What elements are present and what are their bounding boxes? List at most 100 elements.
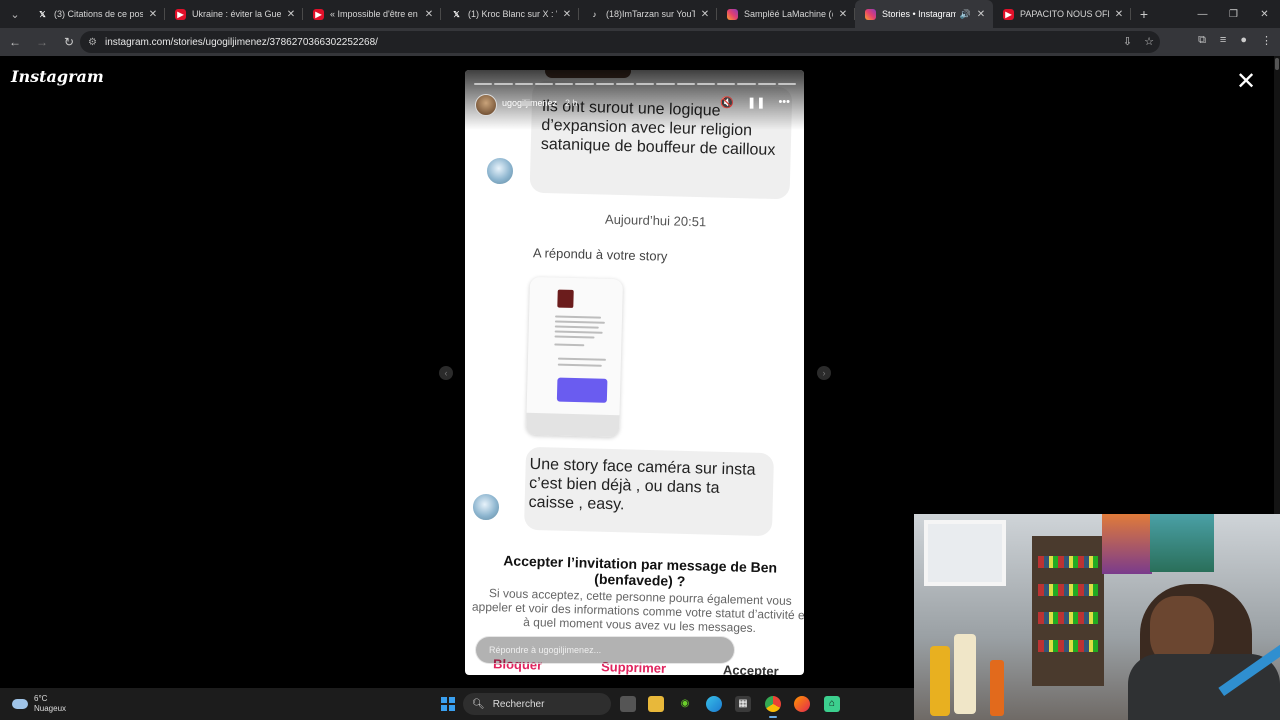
cloud-icon — [12, 699, 28, 709]
tab-0[interactable]: 𝕏 (3) Citations de ce post / X ✕ — [27, 0, 165, 28]
story-author-username[interactable]: ugogiljimenez — [502, 98, 557, 108]
instagram-logo[interactable]: Instagram — [11, 67, 104, 86]
tab-5[interactable]: Samplëé LaMachine (@sa ✕ — [717, 0, 855, 28]
story-card[interactable]: Ils ont surout une logique d’expansion a… — [465, 70, 804, 675]
webcam-window — [924, 520, 1006, 586]
tab-close-icon[interactable]: ✕ — [975, 9, 987, 20]
story-progress-segment — [494, 83, 513, 85]
tab-close-icon[interactable]: ✕ — [423, 9, 435, 20]
instagram-icon — [865, 8, 876, 20]
story-thumbnail — [557, 289, 574, 308]
pause-icon[interactable]: ❚❚ — [747, 96, 765, 109]
restore-icon[interactable]: ❐ — [1218, 0, 1249, 28]
story-progress-segment — [595, 83, 614, 85]
profile-avatar-icon[interactable]: ● — [1240, 34, 1247, 47]
youtube-icon: ▶ — [1003, 8, 1014, 20]
site-info-icon[interactable]: ⚙ — [88, 37, 97, 48]
message-timestamp: Aujourd’hui 20:51 — [604, 211, 707, 230]
story-progress-segment — [737, 83, 756, 85]
firefox-icon[interactable] — [794, 696, 810, 712]
tab-3[interactable]: 𝕏 (1) Kroc Blanc sur X : "On ✕ — [441, 0, 579, 28]
tab-title: Ukraine : éviter la Guerre — [192, 9, 281, 19]
minimize-icon[interactable]: — — [1187, 0, 1218, 28]
tab-close-icon[interactable]: ✕ — [837, 9, 849, 20]
chrome-icon[interactable] — [765, 696, 781, 712]
accept-label: Accepter — [722, 662, 779, 675]
extensions-icon[interactable]: ⧉ — [1198, 34, 1206, 47]
weather-widget[interactable]: 6°C Nuageux — [12, 694, 66, 714]
story-progress-segment — [757, 83, 776, 85]
tab-4[interactable]: ♪ (18)ImTarzan sur YouTube ✕ — [579, 0, 717, 28]
previous-story-icon[interactable]: ‹ — [439, 366, 453, 380]
story-author-avatar[interactable] — [475, 94, 497, 116]
story-progress-bar — [474, 83, 796, 85]
task-view-icon[interactable] — [620, 696, 636, 712]
preview-footer — [525, 412, 620, 438]
more-options-icon[interactable]: ••• — [778, 96, 790, 109]
mute-icon[interactable]: 🔇 — [720, 96, 734, 109]
edge-icon[interactable] — [706, 696, 722, 712]
store-icon[interactable]: ▦ — [735, 696, 751, 712]
next-story-icon[interactable]: › — [817, 366, 831, 380]
app-icon[interactable]: ⌂ — [824, 696, 840, 712]
scrollbar-thumb[interactable] — [1275, 58, 1279, 70]
invite-description: Si vous acceptez, cette personne pourra … — [471, 586, 804, 636]
tab-7[interactable]: ▶ PAPACITO NOUS OFFRE U ✕ — [993, 0, 1131, 28]
media-controls-icon[interactable]: ≡ — [1220, 34, 1226, 47]
story-progress-segment — [514, 83, 533, 85]
install-app-icon[interactable]: ⇩ — [1123, 35, 1132, 48]
nvidia-icon[interactable]: ◉ — [677, 696, 693, 712]
tab-close-icon[interactable]: ✕ — [147, 9, 159, 20]
replied-story-preview — [525, 276, 624, 438]
close-story-icon[interactable]: ✕ — [1236, 70, 1256, 94]
x-logo-icon: 𝕏 — [453, 9, 460, 19]
browser-menu-icon[interactable]: ⋮ — [1261, 34, 1272, 47]
tab-1[interactable]: ▶ Ukraine : éviter la Guerre ✕ — [165, 0, 303, 28]
tab-title: (3) Citations de ce post / X — [54, 9, 143, 19]
webcam-poster — [1102, 514, 1152, 574]
tab-close-icon[interactable]: ✕ — [1113, 9, 1125, 20]
story-progress-segment — [575, 83, 594, 85]
tab-search-chevron-icon[interactable]: ⌄ — [3, 4, 27, 24]
taskbar-search[interactable]: 🔍︎ Rechercher — [463, 693, 611, 715]
bookmark-star-icon[interactable]: ☆ — [1144, 35, 1154, 48]
file-explorer-icon[interactable] — [648, 696, 664, 712]
close-window-icon[interactable]: ✕ — [1249, 0, 1280, 28]
back-arrow-icon[interactable]: ← — [3, 30, 27, 54]
tab-close-icon[interactable]: ✕ — [699, 9, 711, 20]
x-logo-icon: 𝕏 — [39, 9, 46, 19]
webcam-bottle — [990, 660, 1004, 716]
story-progress-segment — [777, 83, 796, 85]
tab-close-icon[interactable]: ✕ — [561, 9, 573, 20]
weather-temperature: 6°C — [34, 694, 48, 703]
window-controls: — ❐ ✕ — [1187, 0, 1280, 28]
tab-title: Stories • Instagram — [882, 9, 956, 19]
tab-title: (18)ImTarzan sur YouTube — [606, 9, 695, 19]
story-progress-segment — [676, 83, 695, 85]
reload-icon[interactable]: ↻ — [57, 30, 81, 54]
speaker-icon[interactable]: 🔊 — [960, 9, 971, 20]
address-bar[interactable]: ⚙ instagram.com/stories/ugogiljimenez/37… — [80, 31, 1160, 53]
story-progress-segment — [636, 83, 655, 85]
url-text[interactable]: instagram.com/stories/ugogiljimenez/3786… — [105, 37, 378, 48]
tab-2[interactable]: ▶ « Impossible d'être en ré ✕ — [303, 0, 441, 28]
youtube-icon: ▶ — [313, 8, 324, 20]
send-icon[interactable]: ➤ — [771, 640, 782, 656]
sender-avatar — [485, 156, 515, 186]
story-reply-input[interactable]: Répondre à ugogiljimenez... — [475, 636, 735, 664]
browser-toolbar: ← → ↻ ⚙ instagram.com/stories/ugogiljime… — [0, 28, 1280, 56]
chrome-active-indicator — [769, 716, 777, 718]
forward-arrow-icon[interactable]: → — [30, 30, 54, 54]
tab-close-icon[interactable]: ✕ — [285, 9, 297, 20]
story-progress-segment — [474, 83, 493, 85]
like-heart-icon[interactable]: ♡ — [746, 640, 759, 658]
tab-6-active[interactable]: Stories • Instagram 🔊 ✕ — [855, 0, 993, 28]
new-tab-button[interactable]: + — [1131, 6, 1157, 22]
tab-title: Samplëé LaMachine (@sa — [744, 9, 833, 19]
story-progress-segment — [696, 83, 715, 85]
story-progress-segment — [656, 83, 675, 85]
taskbar: 6°C Nuageux 🔍︎ Rechercher ◉ ▦ ⌂ — [0, 688, 914, 720]
windows-start-icon[interactable] — [441, 697, 455, 711]
sender-avatar — [471, 492, 501, 522]
webcam-jar — [954, 634, 976, 714]
